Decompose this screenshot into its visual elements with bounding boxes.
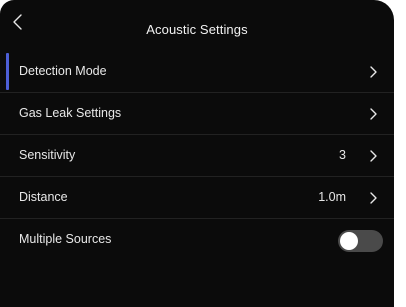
toggle-knob <box>340 232 358 250</box>
distance-value: 1.0m <box>318 190 346 204</box>
multiple-sources-label: Multiple Sources <box>19 232 112 246</box>
sensitivity-row[interactable]: Sensitivity 3 <box>0 135 394 177</box>
header: Acoustic Settings <box>0 0 394 44</box>
multiple-sources-row: Multiple Sources <box>0 219 394 260</box>
settings-list: Detection Mode Gas Leak Settings Sensiti… <box>0 51 394 260</box>
chevron-right-icon <box>368 191 378 205</box>
sensitivity-value: 3 <box>339 148 346 162</box>
chevron-right-icon <box>368 149 378 163</box>
gas-leak-settings-row[interactable]: Gas Leak Settings <box>0 93 394 135</box>
page-title: Acoustic Settings <box>146 22 248 37</box>
distance-label: Distance <box>19 190 68 204</box>
chevron-right-icon <box>368 107 378 121</box>
chevron-right-icon <box>368 65 378 79</box>
gas-leak-settings-label: Gas Leak Settings <box>19 106 122 120</box>
settings-screen: Acoustic Settings Detection Mode Gas Lea… <box>0 0 394 307</box>
multiple-sources-toggle[interactable] <box>338 230 383 252</box>
detection-mode-row[interactable]: Detection Mode <box>0 51 394 93</box>
distance-row[interactable]: Distance 1.0m <box>0 177 394 219</box>
sensitivity-label: Sensitivity <box>19 148 76 162</box>
detection-mode-label: Detection Mode <box>19 64 107 78</box>
